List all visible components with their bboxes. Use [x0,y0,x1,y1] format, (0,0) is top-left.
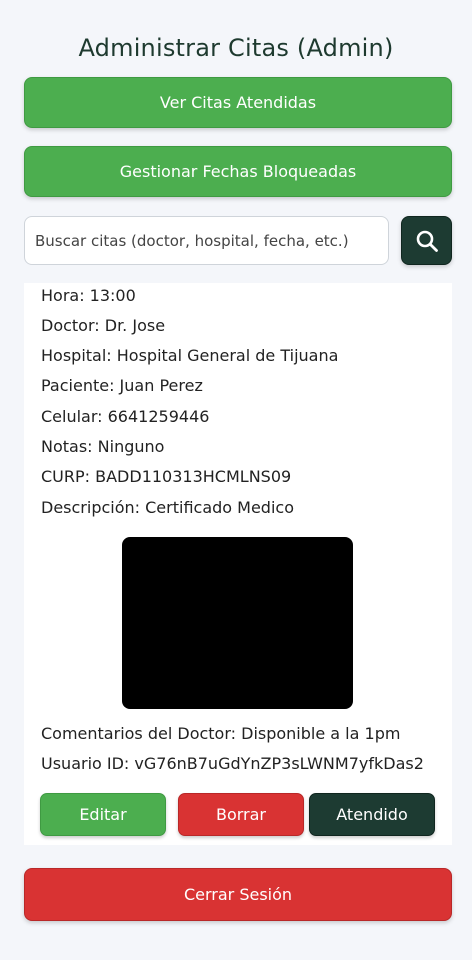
cerrar-sesion-button[interactable]: Cerrar Sesión [24,868,452,921]
search-button[interactable] [401,216,452,265]
appointment-hospital: Hospital: Hospital General de Tijuana [41,346,339,365]
appointment-image [122,537,353,709]
appointment-card: Hora: 13:00 Doctor: Dr. Jose Hospital: H… [24,283,452,845]
borrar-button[interactable]: Borrar [178,793,304,836]
appointment-doctor: Doctor: Dr. Jose [41,316,166,335]
appointment-notas: Notas: Ninguno [41,437,165,456]
search-icon [416,230,438,252]
ver-citas-atendidas-button[interactable]: Ver Citas Atendidas [24,77,452,128]
appointment-hora: Hora: 13:00 [41,286,136,305]
appointment-celular: Celular: 6641259446 [41,407,210,426]
appointment-paciente: Paciente: Juan Perez [41,376,203,395]
editar-button[interactable]: Editar [40,793,166,836]
search-field-container [24,216,389,265]
appointment-comentarios: Comentarios del Doctor: Disponible a la … [41,724,401,743]
appointment-usuario-id: Usuario ID: vG76nB7uGdYnZP3sLWNM7yfkDas2 [41,754,424,773]
appointment-descripcion: Descripción: Certificado Medico [41,498,294,517]
appointment-curp: CURP: BADD110313HCMLNS09 [41,467,292,486]
atendido-button[interactable]: Atendido [309,793,435,836]
page-title: Administrar Citas (Admin) [78,34,394,63]
gestionar-fechas-bloqueadas-button[interactable]: Gestionar Fechas Bloqueadas [24,146,452,197]
search-input[interactable] [25,217,388,264]
